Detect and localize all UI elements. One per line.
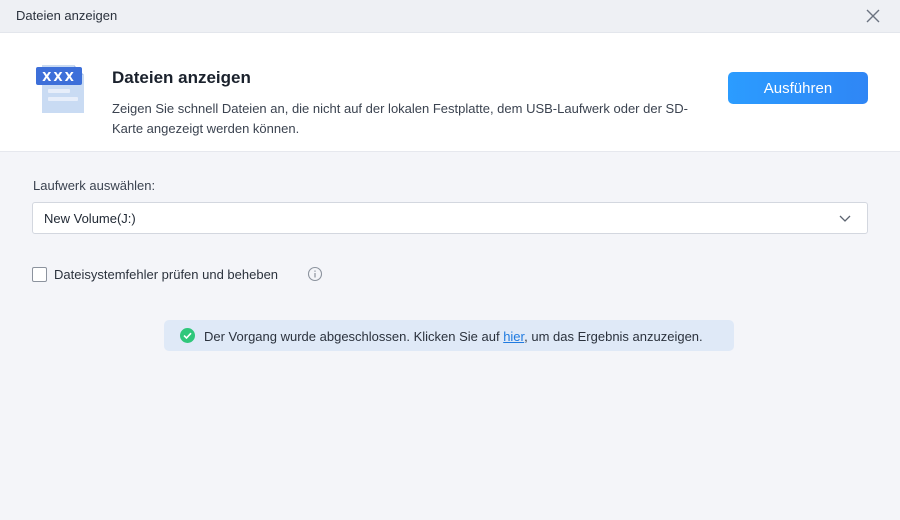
feature-header: XXX Dateien anzeigen Zeigen Sie schnell … xyxy=(0,33,900,152)
completion-notice: Der Vorgang wurde abgeschlossen. Klicken… xyxy=(164,320,734,351)
file-view-icon: XXX xyxy=(36,65,84,113)
close-icon[interactable] xyxy=(864,7,882,25)
drive-select[interactable]: New Volume(J:) xyxy=(32,202,868,234)
info-icon[interactable] xyxy=(307,266,323,282)
run-button[interactable]: Ausführen xyxy=(728,72,868,104)
file-view-icon-text: XXX xyxy=(42,70,76,84)
drive-select-label: Laufwerk auswählen: xyxy=(33,178,156,193)
notice-message: Der Vorgang wurde abgeschlossen. Klicken… xyxy=(204,329,703,344)
feature-description: Zeigen Sie schnell Dateien an, die nicht… xyxy=(112,101,688,136)
notice-text-after: , um das Ergebnis anzuzeigen. xyxy=(524,329,703,344)
check-circle-icon xyxy=(180,328,195,343)
feature-title: Dateien anzeigen xyxy=(112,68,251,87)
drive-select-value: New Volume(J:) xyxy=(44,211,136,226)
title-bar: Dateien anzeigen xyxy=(0,0,900,33)
chevron-down-icon xyxy=(839,215,851,222)
result-link[interactable]: hier xyxy=(503,329,524,344)
window-title: Dateien anzeigen xyxy=(16,8,118,23)
check-fs-label[interactable]: Dateisystemfehler prüfen und beheben xyxy=(54,267,278,282)
check-fs-checkbox[interactable] xyxy=(32,267,47,282)
notice-text-before: Der Vorgang wurde abgeschlossen. Klicken… xyxy=(204,329,504,344)
